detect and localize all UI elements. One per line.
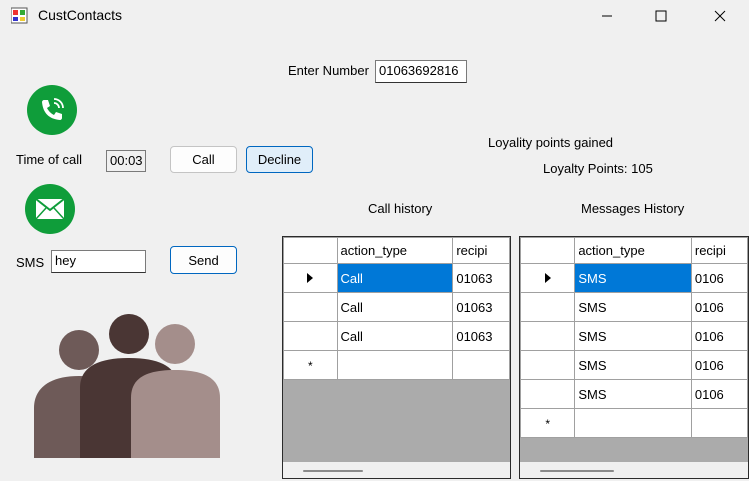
table-cell[interactable]: 0106	[690, 321, 748, 351]
column-header-action-type[interactable]: action_type	[574, 237, 692, 264]
table-cell[interactable]	[574, 408, 692, 438]
loyalty-title: Loyality points gained	[488, 135, 614, 150]
horizontal-scrollbar[interactable]	[520, 462, 748, 478]
messages-history-grid[interactable]: action_type recipi SMS 0106 SMS 0106 SMS…	[519, 236, 749, 479]
close-button[interactable]	[697, 0, 743, 32]
row-header[interactable]	[283, 292, 338, 322]
time-of-call-field: 00:03	[106, 150, 146, 172]
table-row[interactable]: Call 01063	[283, 292, 510, 322]
table-row[interactable]: SMS 0106	[520, 292, 748, 322]
new-row[interactable]: *	[520, 408, 748, 438]
row-header[interactable]	[520, 350, 576, 380]
close-icon	[714, 10, 726, 22]
call-history-grid[interactable]: action_type recipi Call 01063 Call 01063…	[282, 236, 511, 479]
app-icon	[11, 7, 28, 24]
table-cell[interactable]: SMS	[574, 263, 692, 293]
table-row[interactable]: SMS 0106	[520, 321, 748, 351]
row-header-new[interactable]: *	[283, 350, 338, 380]
table-cell[interactable]: 0106	[690, 263, 748, 293]
call-button[interactable]: Call	[170, 146, 237, 173]
sms-input[interactable]: hey	[51, 250, 146, 273]
mail-icon[interactable]	[25, 184, 75, 234]
table-cell[interactable]: Call	[336, 321, 454, 351]
number-input[interactable]: 01063692816	[375, 60, 467, 83]
maximize-icon	[655, 10, 667, 22]
table-cell[interactable]: SMS	[574, 292, 692, 322]
time-of-call-label: Time of call	[16, 152, 82, 167]
column-header-recipient[interactable]: recipi	[452, 237, 510, 264]
table-row[interactable]: SMS 0106	[520, 379, 748, 409]
table-cell[interactable]: Call	[336, 263, 454, 293]
minimize-button[interactable]	[584, 0, 630, 32]
send-button[interactable]: Send	[170, 246, 237, 274]
corner-cell	[283, 237, 338, 264]
enter-number-label: Enter Number	[288, 63, 369, 78]
table-row[interactable]: Call 01063	[283, 321, 510, 351]
column-header-action-type[interactable]: action_type	[336, 237, 454, 264]
messages-history-title: Messages History	[581, 201, 685, 216]
row-header-current[interactable]	[520, 263, 576, 293]
table-cell[interactable]: 01063	[452, 263, 510, 293]
phone-icon[interactable]	[27, 85, 77, 135]
new-row[interactable]: *	[283, 350, 510, 380]
table-cell[interactable]: Call	[336, 292, 454, 322]
messages-history-table: action_type recipi SMS 0106 SMS 0106 SMS…	[520, 237, 748, 438]
decline-button[interactable]: Decline	[246, 146, 313, 173]
row-header[interactable]	[520, 321, 576, 351]
row-header[interactable]	[283, 321, 338, 351]
horizontal-scrollbar[interactable]	[283, 462, 510, 478]
new-row-icon: *	[307, 358, 313, 373]
table-row[interactable]: SMS 0106	[520, 350, 748, 380]
window-title: CustContacts	[38, 7, 123, 23]
table-cell[interactable]: 01063	[452, 321, 510, 351]
table-cell[interactable]: SMS	[574, 379, 692, 409]
title-bar: CustContacts	[0, 0, 749, 32]
table-row[interactable]: SMS 0106	[520, 263, 748, 293]
column-header-recipient[interactable]: recipi	[690, 237, 748, 264]
row-header-new[interactable]: *	[520, 408, 576, 438]
table-cell[interactable]	[336, 350, 454, 380]
row-header-current[interactable]	[283, 263, 338, 293]
table-cell[interactable]: SMS	[574, 321, 692, 351]
scrollbar-thumb[interactable]	[540, 470, 614, 472]
table-cell[interactable]: 0106	[690, 292, 748, 322]
row-header[interactable]	[520, 292, 576, 322]
sms-label: SMS	[16, 255, 45, 270]
header-row: action_type recipi	[283, 237, 510, 264]
new-row-icon: *	[545, 416, 550, 431]
maximize-button[interactable]	[638, 0, 684, 32]
scrollbar-thumb[interactable]	[303, 470, 363, 472]
row-header[interactable]	[520, 379, 576, 409]
minimize-icon	[602, 15, 612, 17]
corner-cell	[520, 237, 576, 264]
row-pointer-icon	[307, 272, 314, 283]
loyalty-points: Loyalty Points: 105	[543, 161, 653, 176]
call-history-title: Call history	[368, 201, 433, 216]
table-cell[interactable]: 01063	[452, 292, 510, 322]
table-cell[interactable]	[690, 408, 748, 438]
table-cell[interactable]	[452, 350, 510, 380]
people-icon	[34, 314, 220, 458]
table-cell[interactable]: 0106	[690, 379, 748, 409]
table-cell[interactable]: 0106	[690, 350, 748, 380]
header-row: action_type recipi	[520, 237, 748, 264]
table-cell[interactable]: SMS	[574, 350, 692, 380]
table-row[interactable]: Call 01063	[283, 263, 510, 293]
call-history-table: action_type recipi Call 01063 Call 01063…	[283, 237, 510, 380]
row-pointer-icon	[544, 272, 551, 283]
